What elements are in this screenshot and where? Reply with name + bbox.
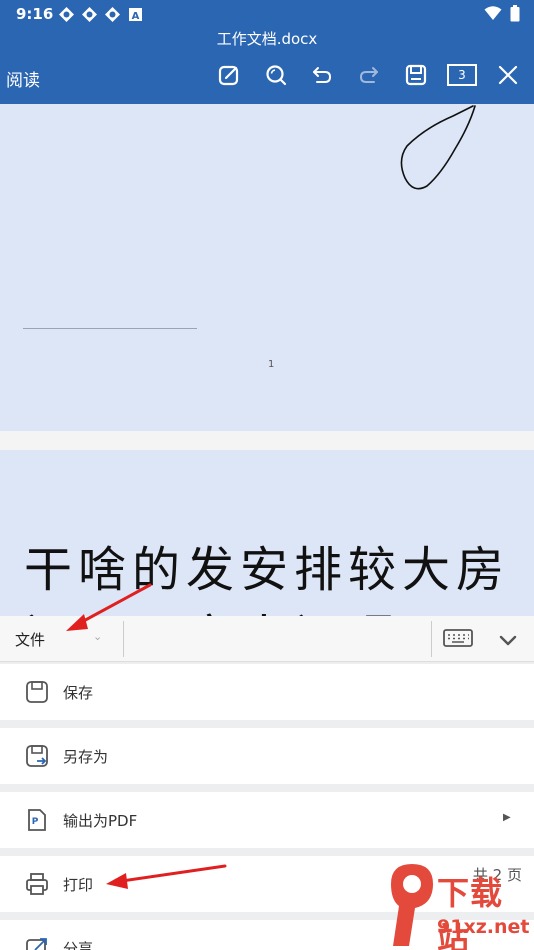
close-button[interactable] <box>491 58 525 92</box>
save-as-icon <box>26 745 48 767</box>
save-icon <box>26 681 48 703</box>
svg-text:P: P <box>32 817 39 827</box>
edit-button[interactable] <box>212 58 246 92</box>
document-title: 工作文档.docx <box>216 30 318 48</box>
app-root: 9:16 A 工作文档.docx 阅读 3 1 干啥的发安排较大房 文件 ⌄ 保… <box>0 0 534 950</box>
keyboard-icon <box>443 629 473 647</box>
svg-text:A: A <box>132 11 140 22</box>
panel-tab-bar: 文件 ⌄ <box>0 616 534 662</box>
app-header: 9:16 A 工作文档.docx 阅读 3 <box>0 0 534 104</box>
page-count-button[interactable]: 3 <box>447 64 477 86</box>
top-toolbar: 3 <box>0 58 534 92</box>
collapse-panel-button[interactable] <box>496 628 520 652</box>
ink-drawing <box>400 105 476 190</box>
chevron-down-icon[interactable]: ⌄ <box>93 630 102 643</box>
menu-item-label: 分享 <box>63 940 94 950</box>
pdf-icon: P <box>28 809 46 831</box>
undo-icon <box>313 67 332 83</box>
redo-button[interactable] <box>352 58 386 92</box>
share-icon <box>26 938 47 950</box>
document-text-line: 干啥的发安排较大房 <box>24 542 511 598</box>
status-time: 9:16 <box>16 5 54 23</box>
site-watermark: 下载站 91xz.net <box>387 860 534 950</box>
status-bar: 9:16 A <box>0 0 534 28</box>
chevron-right-icon: ▶ <box>503 812 511 823</box>
battery-icon <box>510 5 520 22</box>
search-button[interactable] <box>259 58 293 92</box>
menu-item-label: 另存为 <box>63 748 109 766</box>
document-page-2: 干啥的发安排较大房 间不而实人问嗯 <box>0 450 534 616</box>
menu-item-label: 保存 <box>63 684 94 702</box>
watermark-url: 91xz.net <box>437 916 530 938</box>
search-icon <box>266 65 287 86</box>
watermark-logo-icon <box>391 864 433 946</box>
footnote-separator <box>23 328 197 329</box>
menu-item-save-as[interactable]: 另存为 <box>0 728 534 784</box>
a-badge-icon: A <box>127 6 144 23</box>
chevron-down-icon <box>499 635 517 646</box>
status-system-icons <box>484 5 520 22</box>
divider <box>431 621 432 657</box>
status-notification-icons: A <box>58 6 144 23</box>
menu-item-label: 打印 <box>63 876 94 894</box>
menu-item-save[interactable]: 保存 <box>0 664 534 720</box>
app-notification-icon <box>104 6 121 23</box>
page-number: 1 <box>268 359 275 370</box>
save-button[interactable] <box>399 58 433 92</box>
save-icon <box>405 64 427 86</box>
close-icon <box>498 65 518 85</box>
edit-icon <box>218 65 239 86</box>
keyboard-button[interactable] <box>442 626 474 650</box>
tab-file[interactable]: 文件 <box>15 629 45 650</box>
app-notification-icon <box>58 6 75 23</box>
menu-item-export-pdf[interactable]: P 输出为PDF ▶ <box>0 792 534 848</box>
undo-button[interactable] <box>305 58 339 92</box>
print-icon <box>26 873 48 895</box>
divider <box>123 621 124 657</box>
document-text-line: 间不而实人问嗯 <box>24 598 534 616</box>
menu-item-label: 输出为PDF <box>63 812 138 830</box>
app-notification-icon <box>81 6 98 23</box>
document-page-1: 1 <box>0 104 534 431</box>
document-canvas[interactable]: 1 干啥的发安排较大房 间不而实人问嗯 <box>0 104 534 616</box>
wifi-icon <box>484 6 502 20</box>
redo-icon <box>359 67 378 83</box>
